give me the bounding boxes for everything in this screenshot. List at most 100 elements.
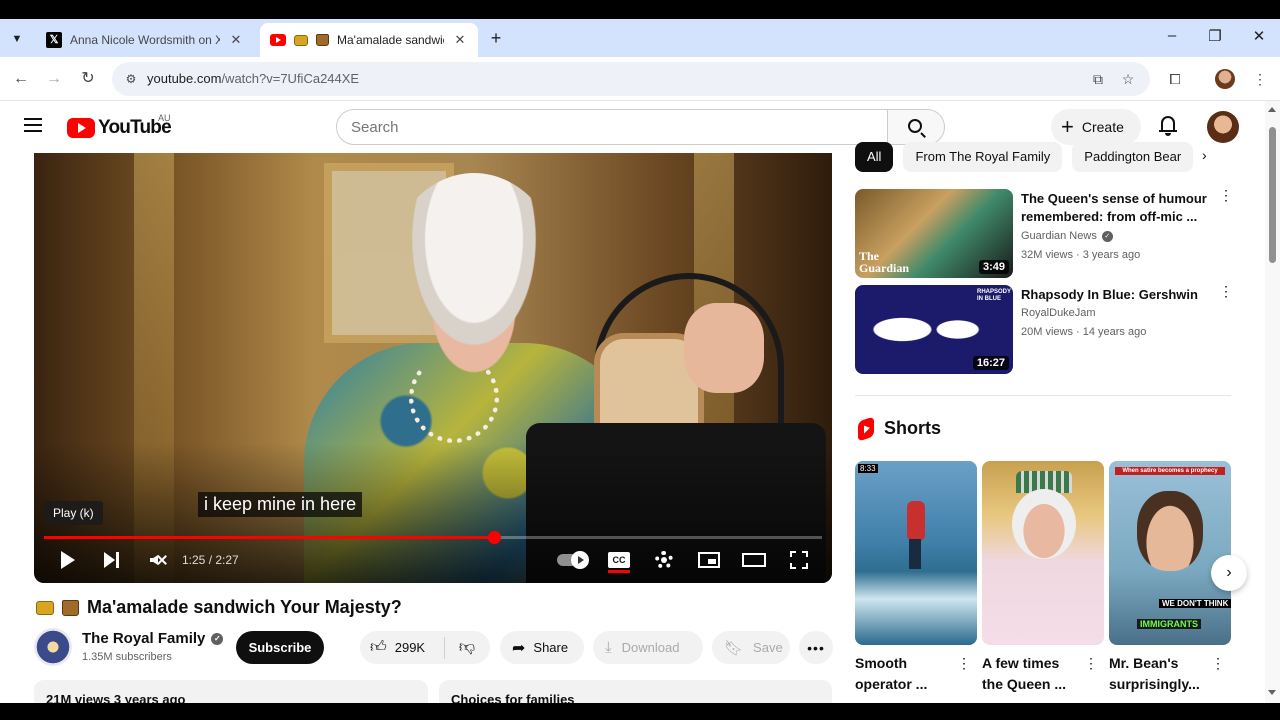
short-card[interactable]: A few times the Queen ... ⋮ (982, 461, 1104, 692)
video-player[interactable]: Play (k) i keep mine in here 1:25 / 2:27… (34, 153, 832, 583)
theater-mode-icon[interactable] (742, 548, 766, 572)
chip-paddington-bear[interactable]: Paddington Bear (1072, 142, 1194, 172)
video-thumbnail[interactable]: RHAPSODY IN BLUE 16:27 (855, 285, 1013, 374)
section-divider (855, 395, 1231, 396)
subtitle-caption: i keep mine in here (198, 492, 363, 517)
search-button[interactable] (887, 109, 945, 145)
short-card[interactable]: 8:33 Smooth operator ... ⋮ (855, 461, 977, 692)
notifications-bell-icon[interactable] (1158, 115, 1178, 137)
reload-icon[interactable]: ↻ (76, 67, 100, 91)
more-vert-icon[interactable]: ⋮ (957, 656, 971, 670)
site-info-icon[interactable]: ⚙ (122, 70, 140, 88)
video-meta: 32M views · 3 years ago (1021, 249, 1141, 261)
youtube-play-logo-icon (67, 118, 95, 138)
account-avatar[interactable] (1207, 111, 1239, 143)
forward-arrow-icon[interactable]: → (42, 67, 66, 91)
tab-close-icon[interactable]: ✕ (452, 32, 468, 48)
tab-search-menu-icon[interactable]: ▼ (6, 28, 28, 50)
back-arrow-icon[interactable]: ← (9, 67, 33, 91)
total-time: 2:27 (215, 553, 239, 567)
progress-scrubber[interactable] (487, 531, 501, 544)
save-button[interactable]: 🔖︎ Save (712, 631, 790, 664)
video-duration: 16:27 (972, 356, 1009, 370)
browser-menu-icon[interactable]: ⋮ (1250, 69, 1270, 89)
autoplay-toggle[interactable] (556, 548, 589, 572)
more-vert-icon[interactable]: ⋮ (1211, 656, 1225, 670)
more-actions-button[interactable]: ••• (799, 631, 833, 664)
browser-profile-avatar[interactable] (1215, 69, 1235, 89)
address-bar[interactable]: ⚙ youtube.com/watch?v=7UfiCa244XE ⧉ ☆ (112, 62, 1150, 96)
dislike-button[interactable]: 👎︎ (445, 638, 489, 657)
more-vert-icon[interactable]: ⋮ (1084, 656, 1098, 670)
short-thumbnail[interactable]: When satire becomes a prophecy WE DON'T … (1109, 461, 1231, 645)
recommended-video[interactable]: The Guardian 3:49 The Queen's sense of h… (855, 188, 1235, 279)
progress-bar[interactable] (44, 531, 822, 544)
search-icon (908, 119, 922, 133)
install-app-icon[interactable]: ⧉ (1088, 70, 1108, 88)
video-title: Ma'amalade sandwich Your Majesty? (36, 597, 402, 618)
youtube-logo[interactable]: YouTube AU (67, 113, 172, 139)
screen: ▼ 𝕏 Anna Nicole Wordsmith on X: " ✕ Ma'a… (0, 0, 1280, 720)
video-frame-pearls (409, 353, 499, 443)
time-display: 1:25 / 2:27 (182, 553, 239, 567)
scrollbar-thumb[interactable] (1269, 127, 1276, 263)
short-thumbnail[interactable] (982, 461, 1104, 645)
top-letterbox (0, 0, 1280, 19)
create-button[interactable]: + Create (1051, 109, 1141, 145)
restore-icon[interactable]: ❐ (1205, 27, 1225, 45)
more-vert-icon[interactable]: ⋮ (1219, 188, 1233, 202)
download-button[interactable]: ⤓ Download (593, 631, 703, 664)
video-title-text: Ma'amalade sandwich Your Majesty? (87, 597, 402, 617)
like-button[interactable]: 👍︎ 299K (360, 636, 445, 659)
video-thumbnail[interactable]: The Guardian 3:49 (855, 189, 1013, 278)
short-card[interactable]: When satire becomes a prophecy WE DON'T … (1109, 461, 1231, 692)
more-vert-icon[interactable]: ⋮ (1219, 284, 1233, 298)
next-video-icon[interactable] (100, 548, 122, 572)
tab-x-post[interactable]: 𝕏 Anna Nicole Wordsmith on X: " ✕ (36, 23, 254, 57)
like-dislike-group: 👍︎ 299K 👎︎ (360, 631, 490, 664)
thumbs-down-icon: 👎︎ (458, 639, 476, 656)
closed-captions-icon[interactable]: CC (608, 548, 630, 573)
subscribe-button[interactable]: Subscribe (236, 631, 324, 664)
short-badge: 8:33 (858, 464, 878, 473)
shorts-next-chevron-icon[interactable]: › (1211, 555, 1247, 591)
search-input[interactable] (336, 109, 888, 145)
short-thumbnail[interactable]: 8:33 (855, 461, 977, 645)
scroll-down-arrow-icon[interactable] (1268, 690, 1276, 695)
tab-youtube-video[interactable]: Ma'amalade sandwich Y ✕ (260, 23, 478, 57)
hamburger-menu-icon[interactable] (24, 118, 42, 132)
minimize-icon[interactable]: – (1162, 27, 1182, 44)
bookmark-star-icon[interactable]: ☆ (1118, 70, 1138, 88)
chips-next-chevron-icon[interactable]: › (1202, 147, 1207, 163)
play-icon[interactable] (58, 548, 78, 572)
muted-volume-icon[interactable] (142, 548, 166, 572)
fullscreen-icon[interactable] (789, 548, 809, 572)
handbag-emoji-icon (316, 34, 329, 46)
short-overlay-text: IMMIGRANTS (1137, 619, 1201, 629)
short-overlay-text: WE DON'T THINK (1159, 599, 1231, 608)
guardian-logo: The Guardian (859, 249, 910, 275)
channel-name[interactable]: Guardian News ✓ (1021, 230, 1113, 242)
new-tab-button[interactable]: + (486, 28, 506, 48)
thumbs-up-icon: 👍︎ (370, 639, 387, 656)
miniplayer-icon[interactable] (698, 548, 720, 572)
channel-name[interactable]: RoyalDukeJam (1021, 307, 1096, 319)
page-scrollbar[interactable] (1265, 101, 1280, 703)
share-button[interactable]: ➦ Share (500, 631, 584, 664)
channel-name[interactable]: The Royal Family ✓ (82, 630, 224, 647)
close-window-icon[interactable]: ✕ (1249, 27, 1269, 45)
progress-fill (44, 536, 494, 539)
settings-gear-icon[interactable] (654, 548, 674, 572)
subscriber-count: 1.35M subscribers (82, 651, 172, 663)
verified-check-icon: ✓ (211, 632, 224, 645)
extensions-puzzle-icon[interactable]: ⧠ (1165, 69, 1185, 89)
url-domain: youtube.com (147, 71, 222, 86)
url-text: youtube.com/watch?v=7UfiCa244XE (147, 71, 359, 86)
chip-from-royal-family[interactable]: From The Royal Family (903, 142, 1063, 172)
chip-all[interactable]: All (855, 142, 894, 172)
tab-close-icon[interactable]: ✕ (228, 32, 244, 48)
scroll-up-arrow-icon[interactable] (1268, 107, 1276, 112)
video-title: Rhapsody In Blue: Gershwin (1021, 287, 1198, 302)
channel-avatar[interactable] (34, 628, 72, 666)
recommended-video[interactable]: RHAPSODY IN BLUE 16:27 Rhapsody In Blue:… (855, 284, 1235, 375)
